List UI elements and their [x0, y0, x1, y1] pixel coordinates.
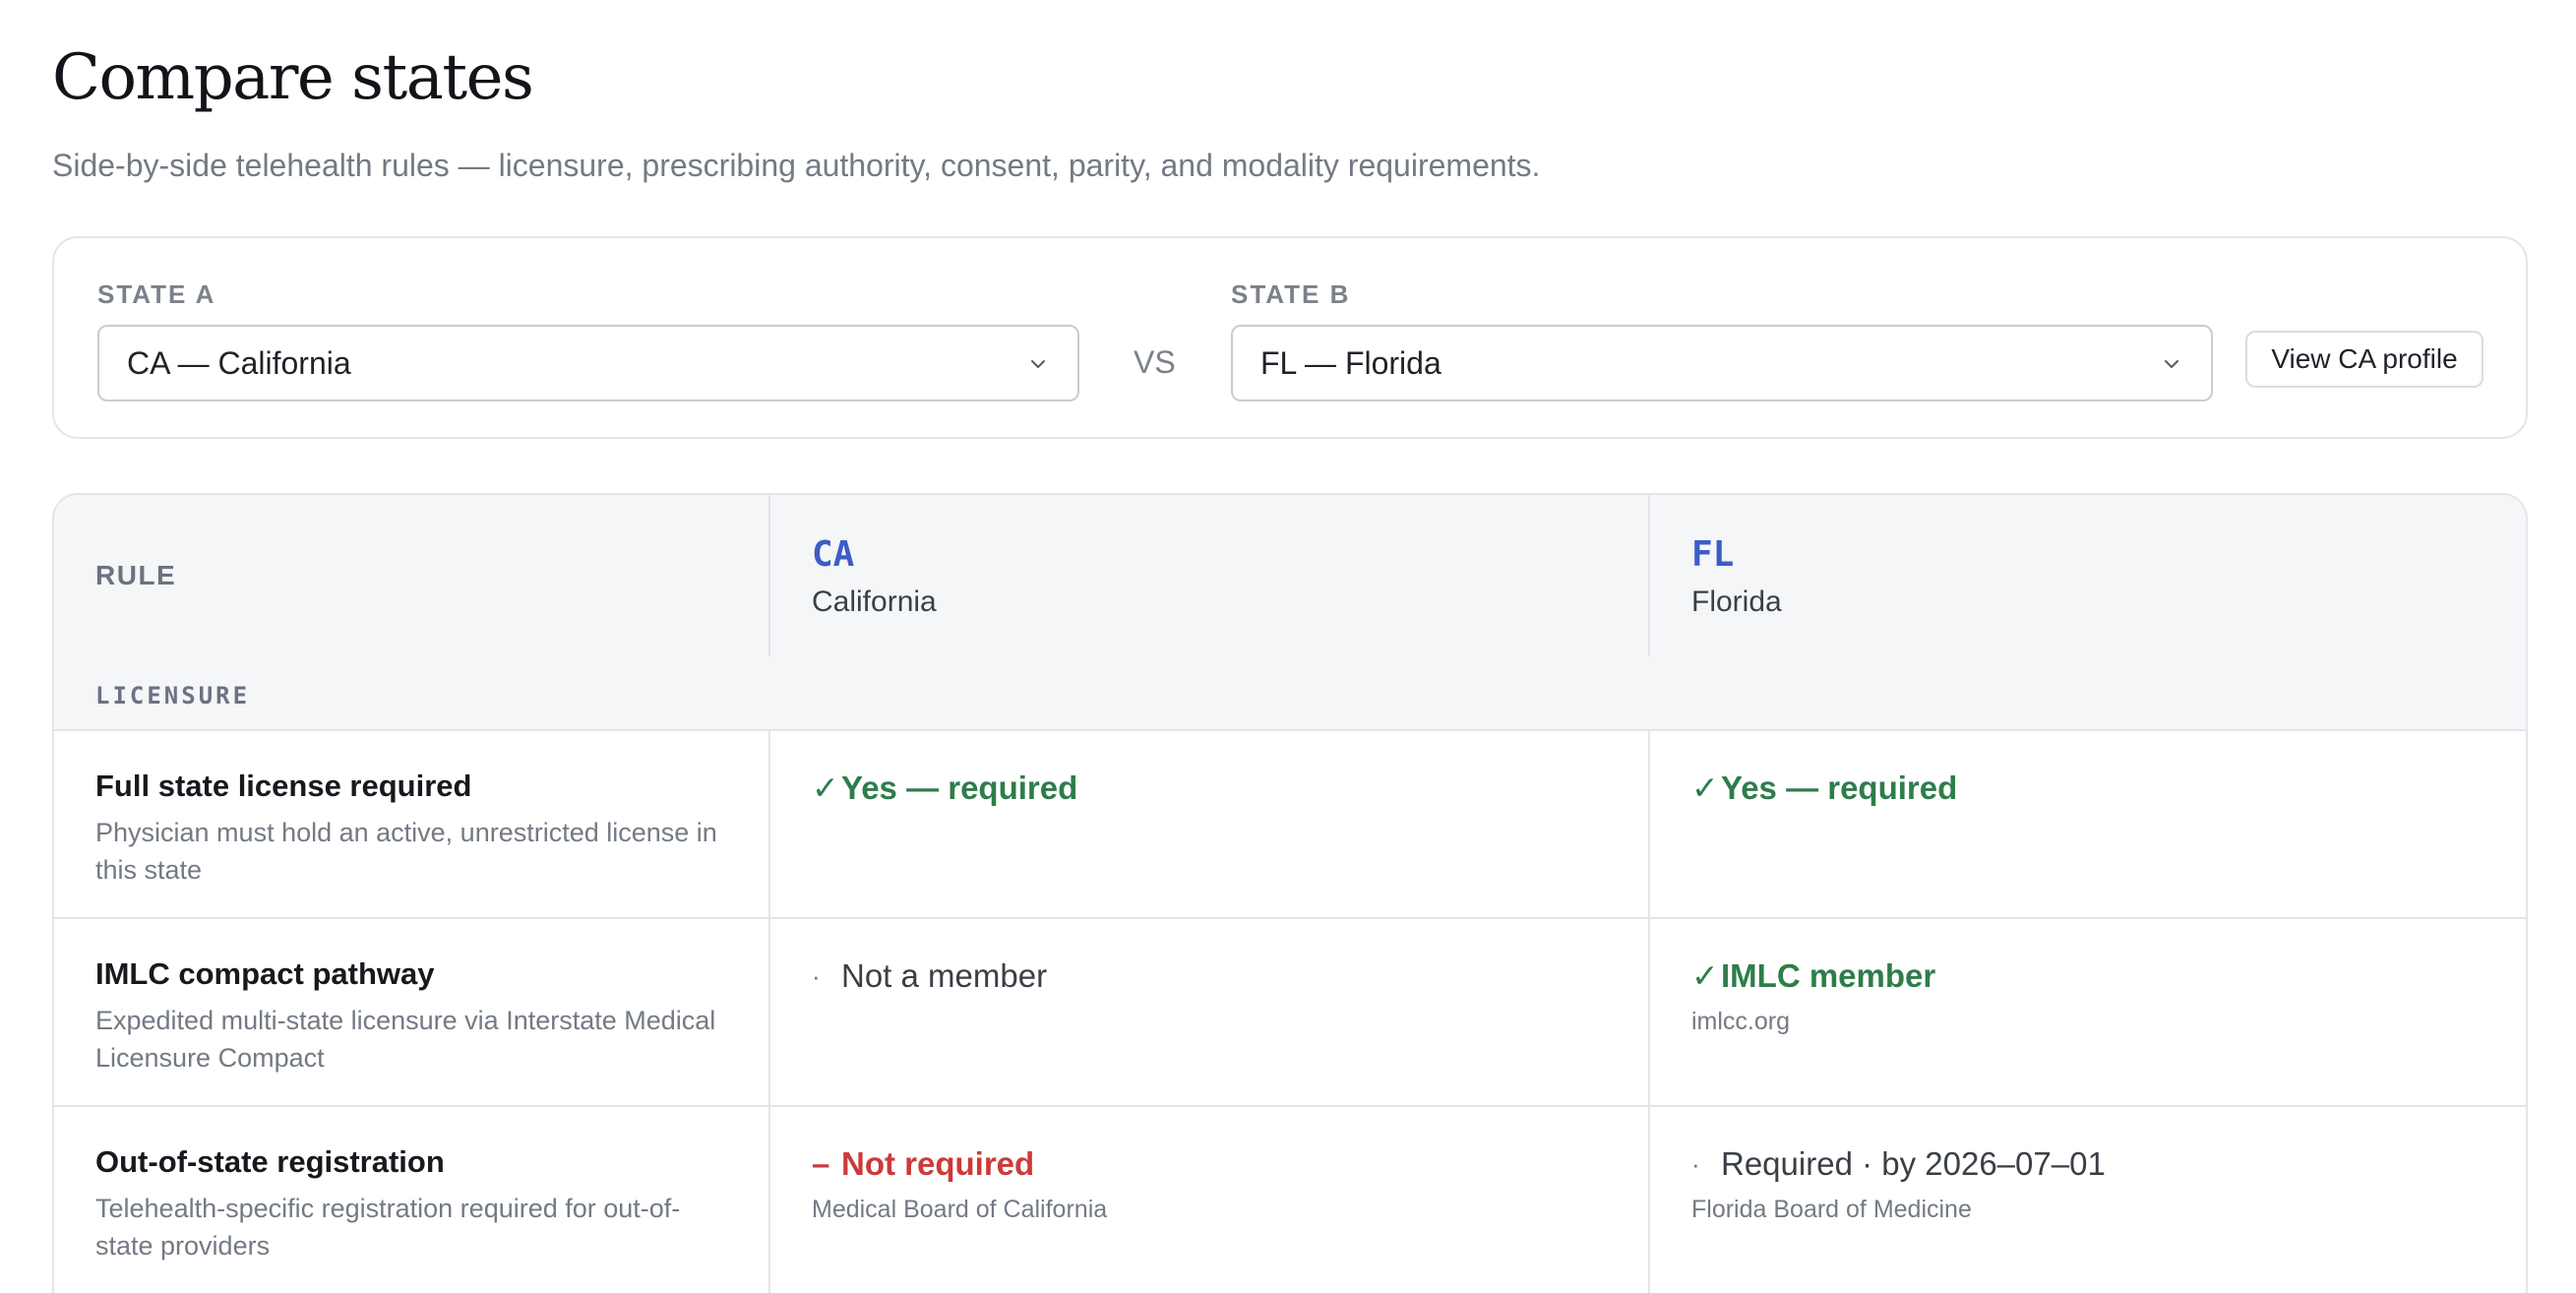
state-b-select[interactable]: FL — Florida: [1231, 325, 2213, 401]
dash-icon: –: [812, 1145, 830, 1182]
page-title: Compare states: [52, 41, 534, 114]
state-a-cell: · Not a member: [768, 919, 1648, 1105]
state-a-select[interactable]: CA — California: [97, 325, 1079, 401]
dot-icon: ·: [1691, 1149, 1700, 1179]
state-b-cell: · Required · by 2026–07–01 Florida Board…: [1648, 1107, 2526, 1293]
status-value: · Required · by 2026–07–01: [1691, 1142, 2488, 1186]
status-text: Not required: [841, 1145, 1035, 1182]
compare-states-page: Compare states Side-by-side telehealth r…: [0, 0, 2576, 1293]
state-a-label: STATE A: [97, 279, 216, 309]
state-a-cell: – Not required Medical Board of Californ…: [768, 1107, 1648, 1293]
view-profile-button[interactable]: View CA profile: [2245, 331, 2484, 388]
state-b-code: FL: [1691, 534, 1735, 575]
rule-column-header: RULE: [95, 560, 177, 590]
comparison-table: RULE CA California FL Florida LICENSURE …: [52, 493, 2528, 1293]
source-note: Florida Board of Medicine: [1691, 1196, 1972, 1223]
status-text: IMLC member: [1721, 957, 1936, 994]
chevron-down-icon: [1031, 360, 1045, 368]
section-label-licensure: LICENSURE: [95, 682, 251, 709]
rule-description: Expedited multi-state licensure via Inte…: [95, 1006, 716, 1073]
state-a-code: CA: [812, 534, 855, 575]
dot-icon: ·: [812, 961, 821, 991]
table-header: RULE CA California FL Florida LICENSURE: [54, 495, 2526, 731]
rule-description: Telehealth-specific registration require…: [95, 1194, 681, 1261]
state-b-column-header: FL Florida: [1648, 495, 2526, 656]
status-value: ✓ Yes — required: [812, 767, 1607, 810]
check-icon: ✓: [812, 770, 839, 806]
rule-cell: Full state license required Physician mu…: [54, 731, 768, 917]
state-b-value: FL — Florida: [1260, 344, 1441, 381]
check-icon: ✓: [1691, 957, 1719, 994]
source-note: Medical Board of California: [812, 1196, 1108, 1223]
state-b-cell: ✓ Yes — required: [1648, 731, 2526, 917]
state-a-value: CA — California: [127, 344, 351, 381]
check-icon: ✓: [1691, 770, 1719, 806]
rule-title: Out-of-state registration: [95, 1144, 445, 1179]
table-row: Out-of-state registration Telehealth-spe…: [54, 1107, 2526, 1293]
state-selector-card: STATE A CA — California VS STATE B FL — …: [52, 236, 2528, 439]
status-value: ✓ IMLC member: [1691, 954, 2488, 998]
vs-label: VS: [1134, 344, 1176, 380]
rule-title: Full state license required: [95, 769, 472, 803]
state-a-cell: ✓ Yes — required: [768, 731, 1648, 917]
status-text: Not a member: [841, 957, 1048, 994]
state-b-cell: ✓ IMLC member imlcc.org: [1648, 919, 2526, 1105]
status-text: Yes — required: [841, 770, 1078, 806]
table-row: IMLC compact pathway Expedited multi-sta…: [54, 919, 2526, 1107]
status-text: Required · by 2026–07–01: [1721, 1145, 2106, 1182]
state-a-name: California: [812, 585, 937, 618]
source-link[interactable]: imlcc.org: [1691, 1008, 2488, 1036]
status-text: Yes — required: [1721, 770, 1958, 806]
rule-description: Physician must hold an active, unrestric…: [95, 818, 717, 885]
status-value: ✓ Yes — required: [1691, 767, 2488, 810]
status-value: · Not a member: [812, 954, 1607, 998]
state-b-name: Florida: [1691, 585, 1782, 618]
status-value: – Not required: [812, 1142, 1607, 1186]
state-a-column-header: CA California: [768, 495, 1648, 656]
rule-cell: Out-of-state registration Telehealth-spe…: [54, 1107, 768, 1293]
chevron-down-icon: [2165, 360, 2178, 368]
state-b-label: STATE B: [1231, 279, 1351, 309]
rule-cell: IMLC compact pathway Expedited multi-sta…: [54, 919, 768, 1105]
table-row: Full state license required Physician mu…: [54, 731, 2526, 919]
rule-title: IMLC compact pathway: [95, 956, 435, 991]
page-subtitle: Side-by-side telehealth rules — licensur…: [52, 148, 1541, 183]
